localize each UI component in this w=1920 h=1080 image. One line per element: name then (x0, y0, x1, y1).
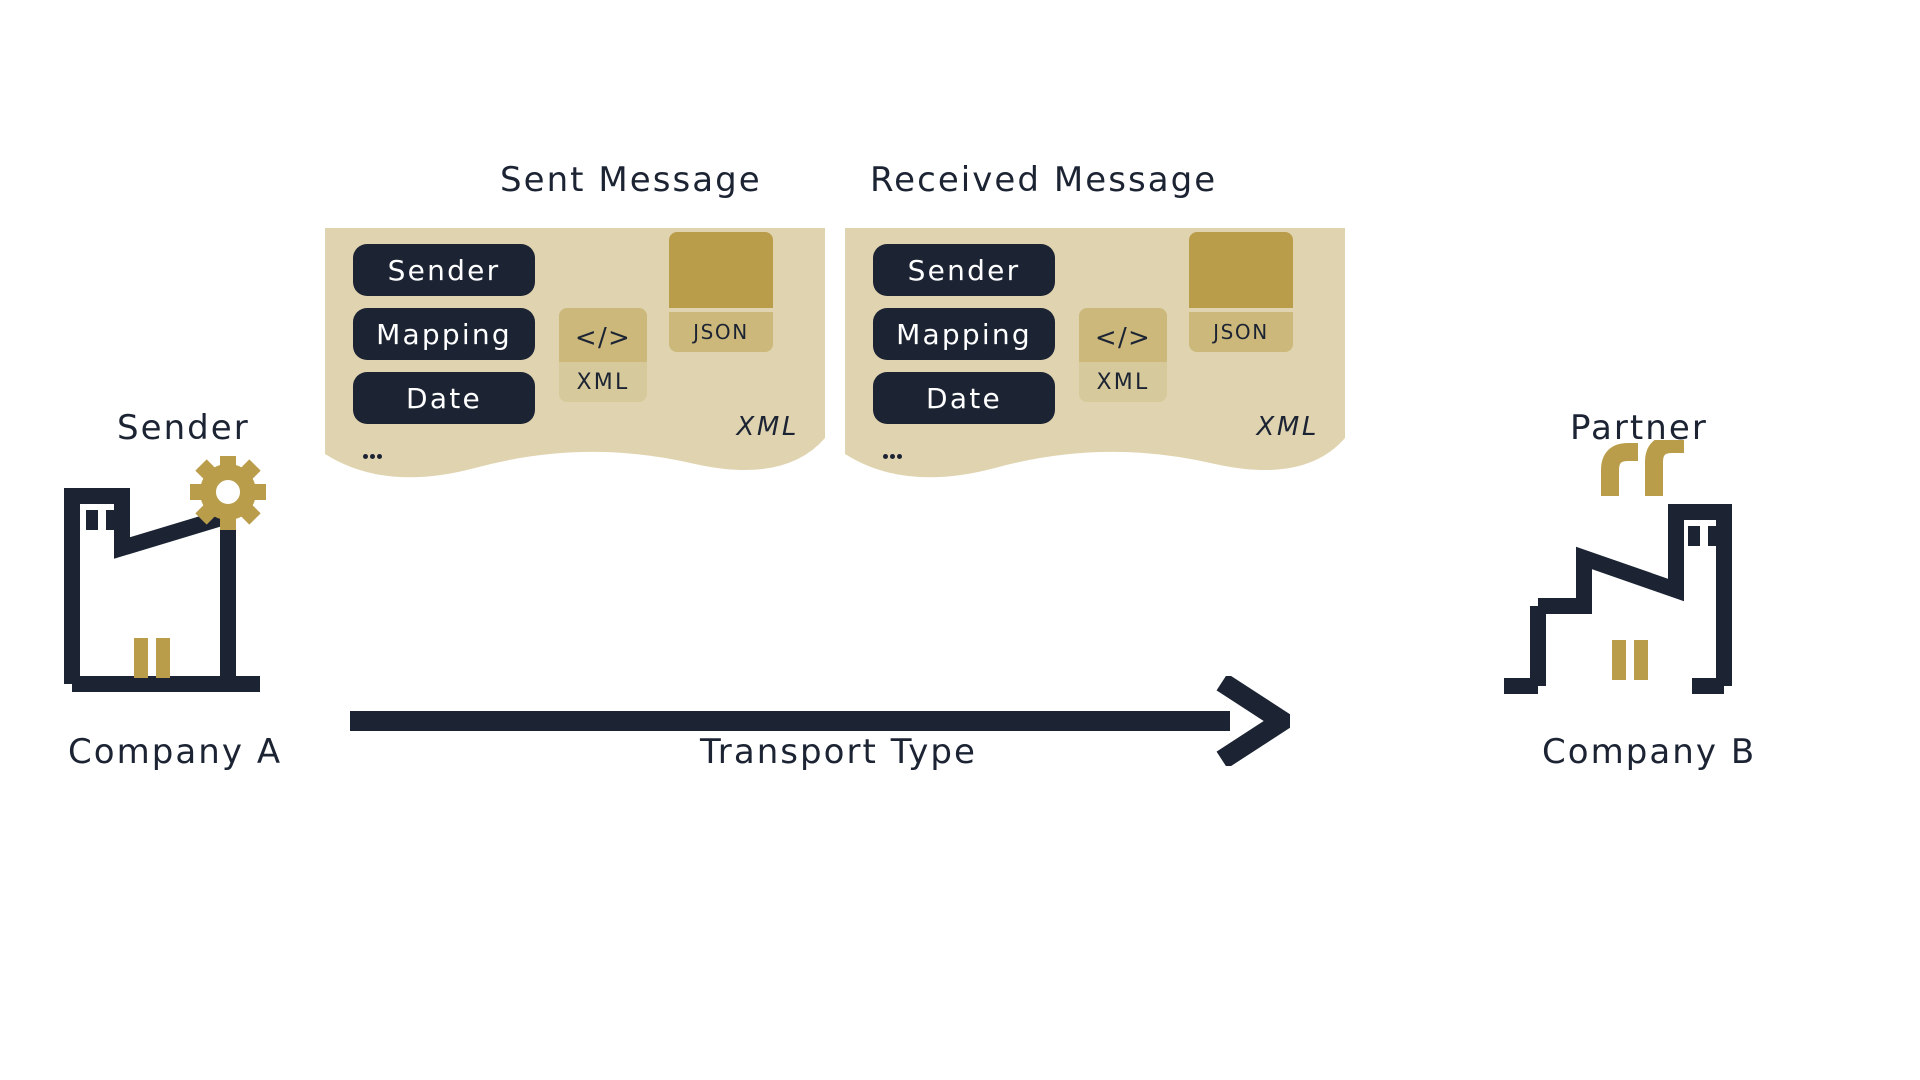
json-format-icon: JSON (669, 246, 773, 352)
json-format-icon: JSON (1189, 246, 1293, 352)
sent-field-mapping: Mapping (353, 308, 535, 360)
transport-type-label: Transport Type (700, 732, 977, 772)
sent-field-date: Date (353, 372, 535, 424)
xml-format-icon: </> XML (1079, 308, 1167, 402)
xml-format-icon: </> XML (559, 308, 647, 402)
received-format-badge: XML (1256, 412, 1319, 442)
received-field-date: Date (873, 372, 1055, 424)
received-message-card: Sender Mapping Date </> XML JSON XML (845, 228, 1345, 484)
sender-building-icon (60, 456, 290, 696)
received-field-mapping: Mapping (873, 308, 1055, 360)
sent-field-sender: Sender (353, 244, 535, 296)
sender-company-label: Company A (68, 732, 282, 772)
sent-message-card: Sender Mapping Date </> XML JSON XML (325, 228, 825, 484)
ellipsis-icon (883, 444, 905, 452)
partner-building-icon (1488, 440, 1738, 700)
received-message-title: Received Message (870, 160, 1217, 200)
ellipsis-icon (363, 444, 385, 452)
sender-role-label: Sender (117, 408, 250, 448)
partner-company-label: Company B (1542, 732, 1756, 772)
sent-message-title: Sent Message (500, 160, 762, 200)
sent-format-badge: XML (736, 412, 799, 442)
received-field-sender: Sender (873, 244, 1055, 296)
